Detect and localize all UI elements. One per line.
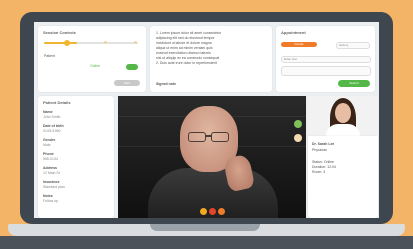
patient-row: Name John Smith bbox=[43, 110, 109, 120]
desk-shadow bbox=[0, 236, 413, 249]
session-panel: Session Controls Patient Online Start bbox=[38, 26, 146, 92]
patient-row: Notes Follow up bbox=[43, 194, 109, 204]
patient-row: Gender Male bbox=[43, 138, 109, 148]
tab-history[interactable]: History bbox=[336, 42, 370, 49]
patient-row-value: Follow up bbox=[43, 199, 58, 203]
chat-icon[interactable] bbox=[294, 120, 302, 128]
patient-row: Insurance Standard plan bbox=[43, 180, 109, 190]
step-dot-icon bbox=[104, 41, 107, 44]
patient-row: Date of birth 01/01/1960 bbox=[43, 124, 109, 134]
notes-footer: Signed note bbox=[156, 82, 177, 86]
doctor-photo bbox=[308, 96, 378, 136]
online-toggle[interactable] bbox=[126, 64, 138, 70]
patient-row-value: Male bbox=[43, 143, 51, 147]
microphone-icon[interactable] bbox=[200, 208, 207, 215]
session-subtitle: Patient bbox=[44, 54, 55, 58]
patient-row-value: Standard plan bbox=[43, 185, 65, 189]
doctor-face bbox=[335, 103, 351, 123]
doctor-role: Physician bbox=[312, 148, 327, 152]
form-title: Appointment bbox=[281, 30, 306, 35]
glasses-bridge bbox=[206, 135, 211, 137]
session-title: Session Controls bbox=[43, 30, 76, 35]
online-status-label: Online bbox=[90, 64, 101, 68]
patient-panel: Patient Details Name John Smith Date of bi… bbox=[38, 96, 114, 218]
notes-lines: 1. Lorem ipsum dolor sit amet consectetu… bbox=[156, 31, 266, 66]
patient-row-value: 12 Main St bbox=[43, 171, 60, 175]
patient-row-value: John Smith bbox=[43, 115, 61, 119]
doctor-panel: Dr. Sarah Lee Physician Status: Online Du… bbox=[308, 136, 378, 218]
session-progress-fill bbox=[44, 42, 77, 44]
glasses-left bbox=[188, 132, 206, 142]
tab-details[interactable]: Details bbox=[281, 42, 317, 47]
hang-up-icon[interactable] bbox=[209, 208, 216, 215]
doctor-info-line: Room: 3 bbox=[312, 170, 326, 174]
notes-panel: 1. Lorem ipsum dolor sit amet consectetu… bbox=[150, 26, 272, 92]
laptop-notch bbox=[150, 224, 260, 231]
patient-title: Patient Details bbox=[43, 100, 71, 105]
doctor-top bbox=[326, 124, 360, 136]
patient-row: Phone 555-0134 bbox=[43, 152, 109, 162]
main-video bbox=[118, 96, 306, 218]
submit-button[interactable]: Submit bbox=[338, 80, 370, 87]
patient-row: Address 12 Main St bbox=[43, 166, 109, 176]
text-area[interactable] bbox=[281, 66, 371, 76]
notes-line: 2. Duis aute irure dolor in reprehenderi… bbox=[156, 61, 217, 65]
step-dot-icon bbox=[134, 41, 137, 44]
patient-row-value: 01/01/1960 bbox=[43, 129, 61, 133]
patient-rows: Name John Smith Date of birth 01/01/1960 Gen… bbox=[43, 110, 109, 208]
start-button[interactable]: Start bbox=[114, 80, 140, 86]
slider-handle-icon[interactable] bbox=[64, 39, 70, 46]
text-input[interactable]: Enter text bbox=[281, 56, 371, 63]
laptop-screen: Session Controls Patient Online Start 1.… bbox=[34, 22, 379, 218]
menu-icon[interactable] bbox=[294, 134, 302, 142]
camera-icon[interactable] bbox=[218, 208, 225, 215]
doctor-info: Status: Online Duration: 12:04 Room: 3 bbox=[312, 160, 374, 175]
patient-row-value: 555-0134 bbox=[43, 157, 58, 161]
glasses-right bbox=[211, 132, 229, 142]
doctor-name: Dr. Sarah Lee bbox=[312, 142, 335, 146]
form-panel: Appointment Details History Enter text S… bbox=[276, 26, 375, 92]
